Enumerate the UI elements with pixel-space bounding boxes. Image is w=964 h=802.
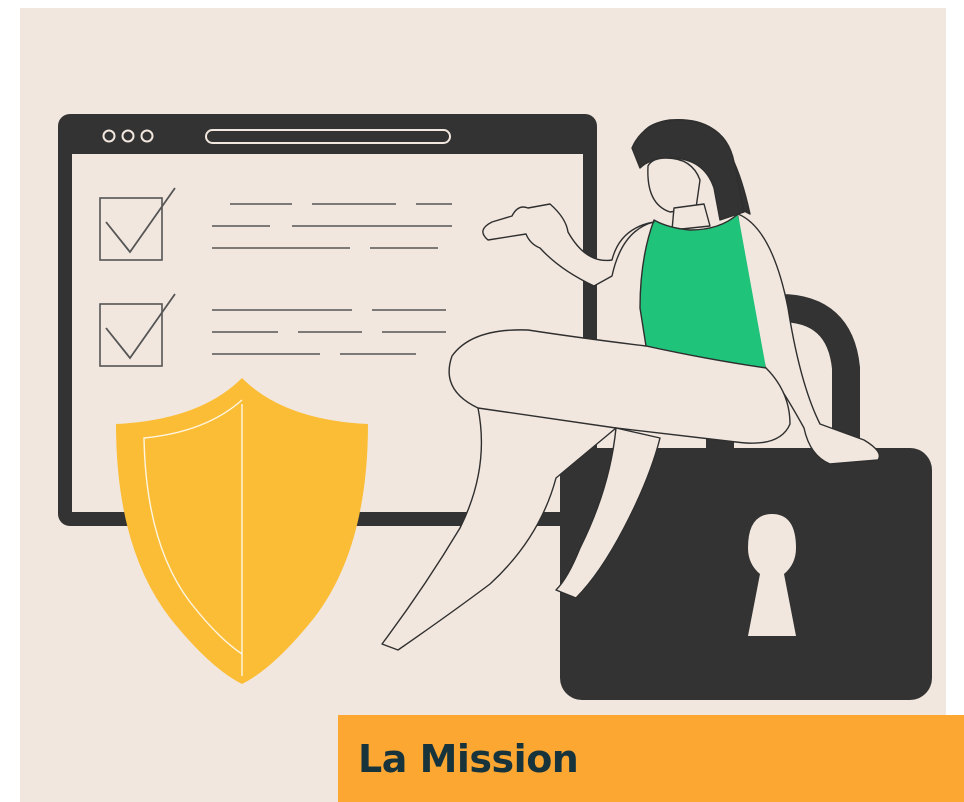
security-illustration: [58, 114, 932, 700]
mission-banner: La Mission: [338, 715, 964, 802]
hero-illustration-panel: [20, 8, 946, 802]
banner-title: La Mission: [358, 736, 579, 781]
shield-icon: [116, 378, 368, 684]
